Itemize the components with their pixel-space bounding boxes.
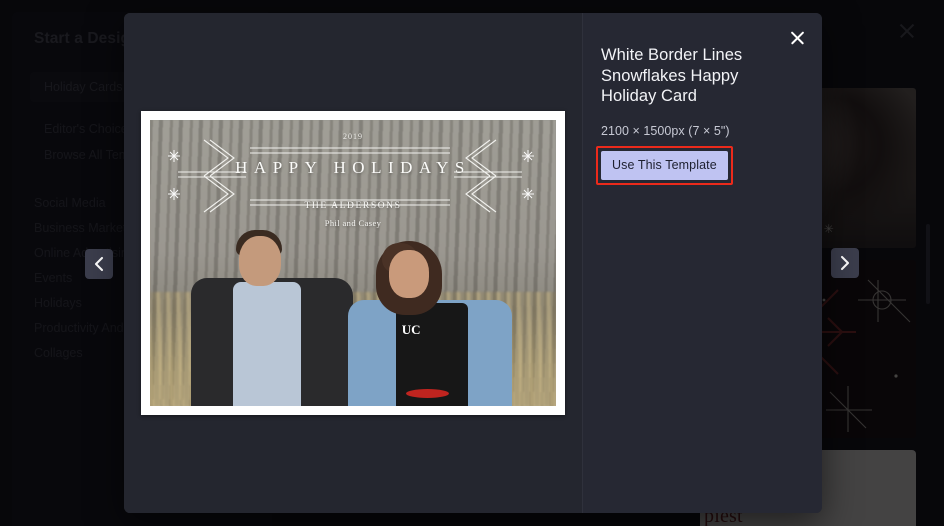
template-title: White Border Lines Snowflakes Happy Holi…: [601, 46, 743, 105]
next-template-button[interactable]: [831, 248, 859, 278]
use-this-template-button[interactable]: Use This Template: [601, 150, 728, 180]
use-template-highlight: Use This Template: [596, 145, 733, 185]
template-preview-pane: UC 2019 HAPPY HOLIDAYS THE ALDERSONS Phi…: [124, 13, 582, 513]
previous-template-button[interactable]: [85, 249, 113, 279]
template-details-pane: White Border Lines Snowflakes Happy Holi…: [582, 13, 822, 513]
man-shirt: [232, 281, 302, 406]
chevron-right-icon: [840, 255, 850, 271]
card-line-ornaments: [168, 139, 534, 213]
greeting-card-preview[interactable]: UC 2019 HAPPY HOLIDAYS THE ALDERSONS Phi…: [141, 111, 565, 415]
card-artwork-overlay: 2019 HAPPY HOLIDAYS THE ALDERSONS Phil a…: [150, 120, 556, 280]
close-icon[interactable]: [789, 29, 806, 46]
tee-lips-graphic: [406, 388, 449, 398]
woman-tee: UC: [396, 303, 468, 406]
tee-graphic-text: UC: [401, 321, 421, 337]
app-root: Start a Design Holiday Cards Editor's Ch…: [0, 0, 944, 526]
template-dimensions: 2100 × 1500px (7 × 5"): [601, 123, 730, 138]
chevron-left-icon: [94, 256, 104, 272]
template-preview-modal: UC 2019 HAPPY HOLIDAYS THE ALDERSONS Phi…: [124, 13, 822, 513]
card-photo: UC 2019 HAPPY HOLIDAYS THE ALDERSONS Phi…: [150, 120, 556, 406]
